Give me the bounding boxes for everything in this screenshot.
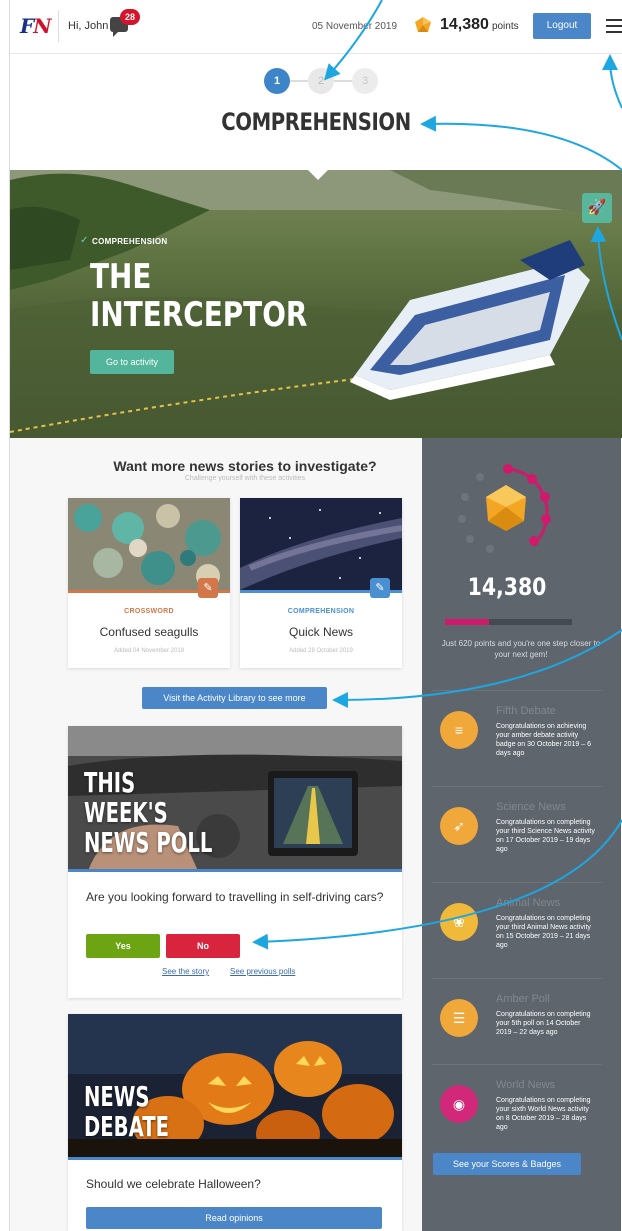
current-date: 05 November 2019: [312, 21, 398, 32]
see-story-link[interactable]: See the story: [162, 967, 209, 976]
checklist-icon: ☰: [440, 999, 478, 1037]
step-indicator: 1 2 3: [264, 68, 384, 98]
step-2[interactable]: 2: [308, 68, 334, 94]
badge-item[interactable]: ≡ Fifth Debate Congratulations on achiev…: [432, 690, 602, 780]
debate-question: Should we celebrate Halloween?: [86, 1177, 261, 1191]
card-category: CROSSWORD: [124, 608, 174, 615]
card-title: Quick News: [288, 625, 353, 639]
hero-title-line: INTERCEPTOR: [90, 295, 308, 335]
poll-question: Are you looking forward to travelling in…: [86, 890, 384, 904]
yes-button[interactable]: Yes: [86, 934, 160, 958]
debate-title: NEWS DEBATE: [84, 1082, 169, 1142]
activity-card-crossword[interactable]: ✎ CROSSWORD Confused seagulls Added 04 N…: [68, 498, 230, 668]
crossword-icon: ✎: [198, 578, 218, 598]
hero-category: COMPREHENSION: [92, 237, 168, 246]
rocket-icon[interactable]: 🚀: [582, 193, 612, 223]
scores-badges-button[interactable]: See your Scores & Badges: [433, 1153, 581, 1175]
badge-name: Amber Poll: [496, 993, 550, 1005]
badge-item[interactable]: ☰ Amber Poll Congratulations on completi…: [432, 978, 602, 1068]
badge-text: Congratulations on achieving your amber …: [496, 723, 591, 757]
progress-fill: [445, 619, 490, 625]
greeting-text: Hi, John: [68, 20, 109, 32]
check-icon: ✓: [80, 235, 89, 246]
card-added-date: Added 28 October 2019: [289, 648, 353, 654]
points-display: 14,380 points: [440, 16, 519, 34]
badge-name: Animal News: [496, 897, 561, 909]
badge-text: Congratulations on completing your sixth…: [496, 1097, 591, 1131]
activity-card-comprehension[interactable]: ✎ COMPREHENSION Quick News Added 28 Octo…: [240, 498, 402, 668]
badge-item[interactable]: ❀ Animal News Congratulations on complet…: [432, 882, 602, 972]
paw-icon: ❀: [440, 903, 478, 941]
previous-polls-link[interactable]: See previous polls: [230, 967, 295, 976]
badge-text: Congratulations on completing your third…: [496, 819, 595, 853]
header-divider: [58, 10, 59, 42]
speech-icon: ≡: [440, 711, 478, 749]
more-stories-subtitle: Challenge yourself with these activities: [184, 475, 306, 482]
debate-title-line: DEBATE: [84, 1110, 170, 1143]
more-stories-title: Want more news stories to investigate?: [113, 458, 377, 474]
news-debate-card: NEWS DEBATE Should we celebrate Hallowee…: [68, 1014, 402, 1231]
poll-title-line: WEEK'S: [84, 796, 168, 829]
badge-text: Congratulations on completing your 5th p…: [496, 1011, 591, 1036]
menu-icon[interactable]: [606, 19, 622, 33]
rocket-icon: ➶: [440, 807, 478, 845]
points-unit: points: [491, 21, 519, 32]
points-value: 14,380: [440, 16, 489, 33]
annotation-arrow: [602, 54, 622, 109]
left-edge: [0, 0, 10, 1231]
step-3[interactable]: 3: [352, 68, 378, 94]
hero-title: THE INTERCEPTOR: [90, 258, 307, 334]
go-to-activity-button[interactable]: Go to activity: [90, 350, 174, 374]
points-progress-bar: [445, 619, 572, 625]
card-title: Confused seagulls: [99, 625, 199, 639]
badge-item[interactable]: ➶ Science News Congratulations on comple…: [432, 786, 602, 876]
card-image: [240, 498, 402, 590]
top-header: FN Hi, John 28 05 November 2019 14,380 po…: [10, 0, 622, 54]
message-count-badge: 28: [120, 9, 140, 25]
gem-icon: [486, 485, 526, 531]
debate-accent-bar: [68, 1157, 402, 1160]
read-opinions-button[interactable]: Read opinions: [86, 1207, 382, 1229]
card-added-date: Added 04 November 2019: [113, 648, 185, 654]
news-poll-card: THIS WEEK'S NEWS POLL Are you looking fo…: [68, 726, 402, 998]
gem-icon: [415, 17, 431, 32]
poll-title-line: THIS: [84, 766, 136, 799]
comprehension-icon: ✎: [370, 578, 390, 598]
sidebar-points: 14,380: [467, 573, 547, 601]
card-image: [68, 498, 230, 590]
logout-button[interactable]: Logout: [533, 13, 591, 39]
gem-progress-ring: [458, 464, 551, 553]
step-1[interactable]: 1: [264, 68, 290, 94]
debate-title-line: NEWS: [84, 1080, 150, 1113]
poll-title: THIS WEEK'S NEWS POLL: [84, 768, 212, 858]
fn-logo[interactable]: FN: [20, 14, 52, 38]
activity-library-button[interactable]: Visit the Activity Library to see more: [142, 687, 327, 709]
badge-name: Science News: [496, 801, 566, 813]
hero-title-line: THE: [90, 257, 152, 297]
globe-icon: ◉: [440, 1085, 478, 1123]
no-button[interactable]: No: [166, 934, 240, 958]
badge-name: World News: [496, 1079, 556, 1091]
badge-text: Congratulations on completing your third…: [496, 915, 591, 949]
page-title: COMPREHENSION: [221, 108, 411, 136]
poll-accent-bar: [68, 869, 402, 872]
badge-item[interactable]: ◉ World News Congratulations on completi…: [432, 1064, 602, 1154]
next-gem-note: Just 620 points and you're one step clos…: [441, 639, 601, 659]
hero-notch: [308, 170, 328, 180]
badge-name: Fifth Debate: [496, 705, 556, 717]
poll-title-line: NEWS POLL: [84, 826, 213, 859]
card-category: COMPREHENSION: [287, 608, 355, 615]
